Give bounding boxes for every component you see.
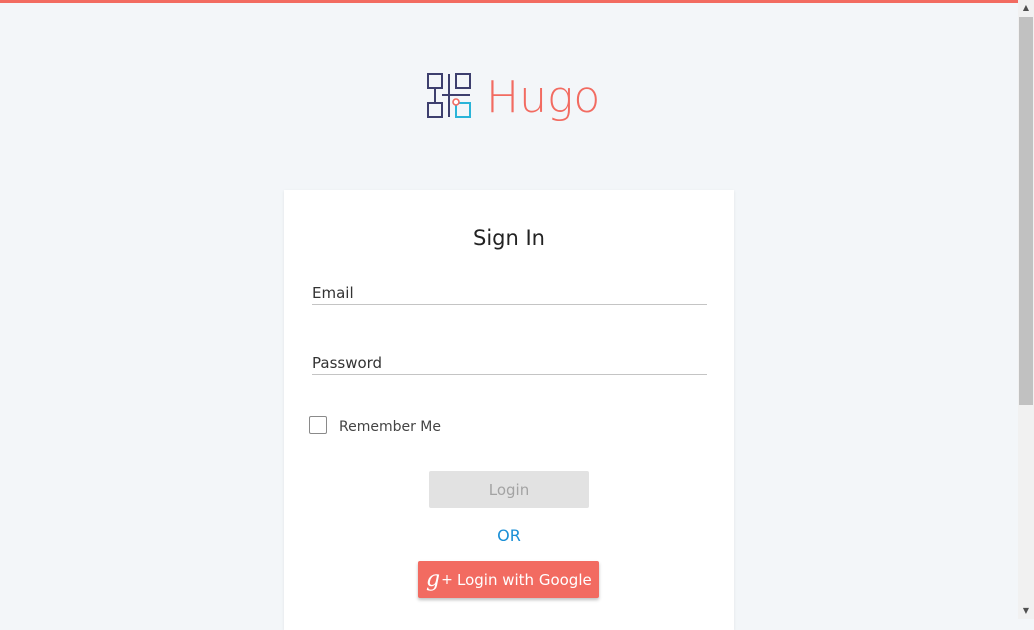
hugo-logo: Hugo: [426, 70, 600, 140]
signin-title: Sign In: [473, 226, 545, 250]
grid-squares-logo-icon: [427, 73, 471, 118]
brand-name: Hugo: [486, 72, 601, 123]
login-button[interactable]: Login: [429, 471, 589, 508]
scroll-down-icon[interactable]: ▼: [1018, 603, 1034, 619]
scroll-up-icon[interactable]: ▲: [1018, 0, 1034, 16]
email-input[interactable]: [312, 282, 711, 306]
vertical-scrollbar[interactable]: ▲ ▼: [1018, 0, 1034, 619]
email-field[interactable]: Email: [312, 282, 711, 306]
scroll-thumb[interactable]: [1019, 17, 1033, 405]
password-input[interactable]: [312, 352, 711, 376]
google-plus-icon: g +: [426, 566, 453, 592]
google-login-label: Login with Google: [457, 570, 592, 589]
password-field[interactable]: Password: [312, 352, 711, 376]
top-accent-bar: [0, 0, 1018, 3]
remember-me[interactable]: Remember Me: [309, 414, 441, 435]
remember-label[interactable]: Remember Me: [339, 419, 441, 435]
signin-card: Sign In Email Password Remember Me Login…: [284, 190, 734, 630]
google-login-button[interactable]: g + Login with Google: [418, 561, 599, 598]
remember-checkbox[interactable]: [309, 415, 327, 434]
or-divider-text: OR: [497, 526, 521, 545]
